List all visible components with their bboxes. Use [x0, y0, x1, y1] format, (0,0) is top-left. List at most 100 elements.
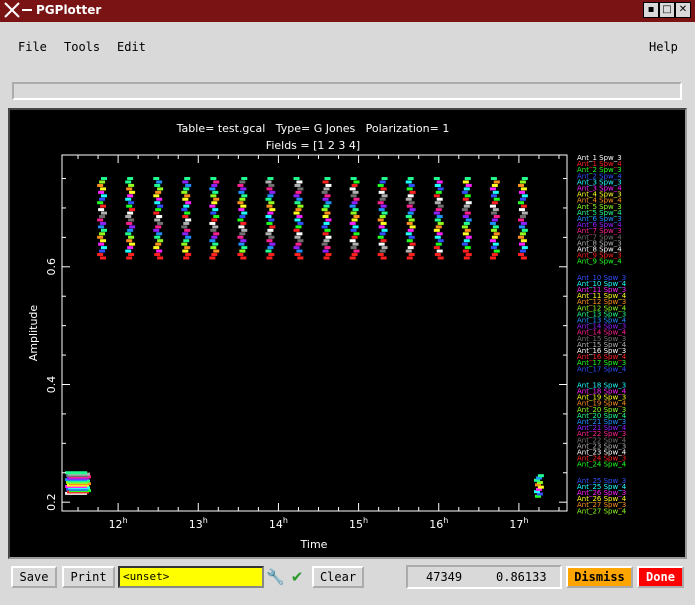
- data-point: [241, 194, 248, 198]
- data-point: [353, 197, 360, 201]
- data-point: [182, 232, 189, 236]
- data-point: [489, 221, 496, 225]
- data-point: [157, 187, 164, 191]
- data-point: [406, 221, 413, 225]
- data-point: [436, 249, 443, 253]
- data-point: [377, 218, 384, 222]
- data-point: [129, 190, 136, 194]
- readout-x: 47349: [426, 570, 463, 584]
- data-point: [239, 180, 246, 184]
- y-tick-label: 0.4: [45, 376, 58, 394]
- data-point: [128, 201, 135, 205]
- done-button[interactable]: Done: [637, 566, 684, 588]
- plot-svg[interactable]: 12h 13h 14h 15h 16h 17h 0.2 0.4 0.6 Table= test.…: [10, 110, 685, 557]
- menu-bar: File Tools Edit Help: [3, 22, 692, 76]
- data-point: [517, 218, 524, 222]
- data-point: [157, 256, 164, 260]
- save-button[interactable]: Save: [11, 566, 57, 588]
- data-point: [325, 235, 332, 239]
- menu-file[interactable]: File: [18, 40, 47, 54]
- data-point: [99, 232, 106, 236]
- data-point: [184, 246, 191, 250]
- data-point: [407, 211, 414, 215]
- close-button[interactable]: ✕: [675, 2, 691, 18]
- command-field[interactable]: <unset>: [118, 566, 264, 588]
- data-point: [125, 197, 132, 201]
- data-point: [437, 256, 444, 260]
- data-point: [408, 218, 415, 222]
- data-point: [269, 208, 276, 212]
- checkmark-icon[interactable]: ✔: [288, 568, 306, 586]
- data-point: [434, 183, 441, 187]
- data-point: [520, 221, 527, 225]
- data-point: [409, 225, 416, 229]
- maximize-icon: □: [662, 4, 672, 15]
- data-point: [182, 215, 189, 219]
- data-point: [521, 177, 528, 181]
- data-point: [156, 197, 163, 201]
- maximize-button[interactable]: □: [659, 2, 675, 18]
- menu-help[interactable]: Help: [649, 40, 678, 54]
- data-point: [213, 197, 220, 201]
- data-point: [351, 183, 358, 187]
- data-point: [157, 204, 164, 208]
- data-point: [153, 246, 160, 250]
- data-point: [268, 201, 275, 205]
- dismiss-button[interactable]: Dismiss: [566, 566, 633, 588]
- data-point: [350, 228, 357, 232]
- data-point: [489, 187, 496, 191]
- data-point: [293, 228, 300, 232]
- data-point: [407, 194, 414, 198]
- data-point: [352, 190, 359, 194]
- clear-button[interactable]: Clear: [312, 566, 364, 588]
- data-point: [153, 194, 160, 198]
- data-point: [493, 249, 500, 253]
- data-point: [492, 242, 499, 246]
- data-point: [129, 242, 136, 246]
- print-button[interactable]: Print: [62, 566, 115, 588]
- data-point: [436, 215, 443, 219]
- data-point: [126, 221, 133, 225]
- menu-dash-icon[interactable]: [22, 9, 32, 11]
- data-point: [296, 215, 303, 219]
- data-point: [321, 225, 328, 229]
- data-point: [183, 256, 190, 260]
- data-point: [268, 218, 275, 222]
- minimize-button[interactable]: ▪: [643, 2, 659, 18]
- data-point: [435, 208, 442, 212]
- data-point: [405, 232, 412, 236]
- y-tick-label: 0.2: [45, 493, 58, 511]
- data-point: [351, 253, 358, 257]
- title-bar[interactable]: PGPlotter ▪ □ ✕: [0, 0, 695, 22]
- data-point: [322, 249, 329, 253]
- data-point: [463, 256, 470, 260]
- data-point: [380, 187, 387, 191]
- data-point: [321, 190, 328, 194]
- data-point: [324, 177, 331, 181]
- data-point: [127, 211, 134, 215]
- data-point: [353, 180, 360, 184]
- plot-title-line1: Table= test.gcal Type= G Jones Polarizat…: [176, 122, 450, 135]
- data-point: [518, 190, 525, 194]
- data-point: [493, 215, 500, 219]
- data-point: [213, 180, 220, 184]
- data-point: [295, 242, 302, 246]
- data-point: [461, 225, 468, 229]
- data-point: [237, 201, 244, 205]
- data-point: [101, 194, 108, 198]
- menu-edit[interactable]: Edit: [117, 40, 146, 54]
- data-point: [156, 215, 163, 219]
- data-point: [437, 239, 444, 243]
- data-point: [127, 228, 134, 232]
- plot-canvas[interactable]: 12h 13h 14h 15h 16h 17h 0.2 0.4 0.6 Table= test.…: [8, 108, 687, 559]
- data-point: [465, 235, 472, 239]
- data-point: [492, 190, 499, 194]
- x-tick-label: 13h: [189, 516, 208, 531]
- data-point: [101, 211, 108, 215]
- wrench-icon[interactable]: 🔧: [266, 568, 285, 586]
- data-point: [185, 218, 192, 222]
- data-point: [295, 225, 302, 229]
- data-point: [380, 221, 387, 225]
- menu-tools[interactable]: Tools: [64, 40, 100, 54]
- data-point: [100, 204, 107, 208]
